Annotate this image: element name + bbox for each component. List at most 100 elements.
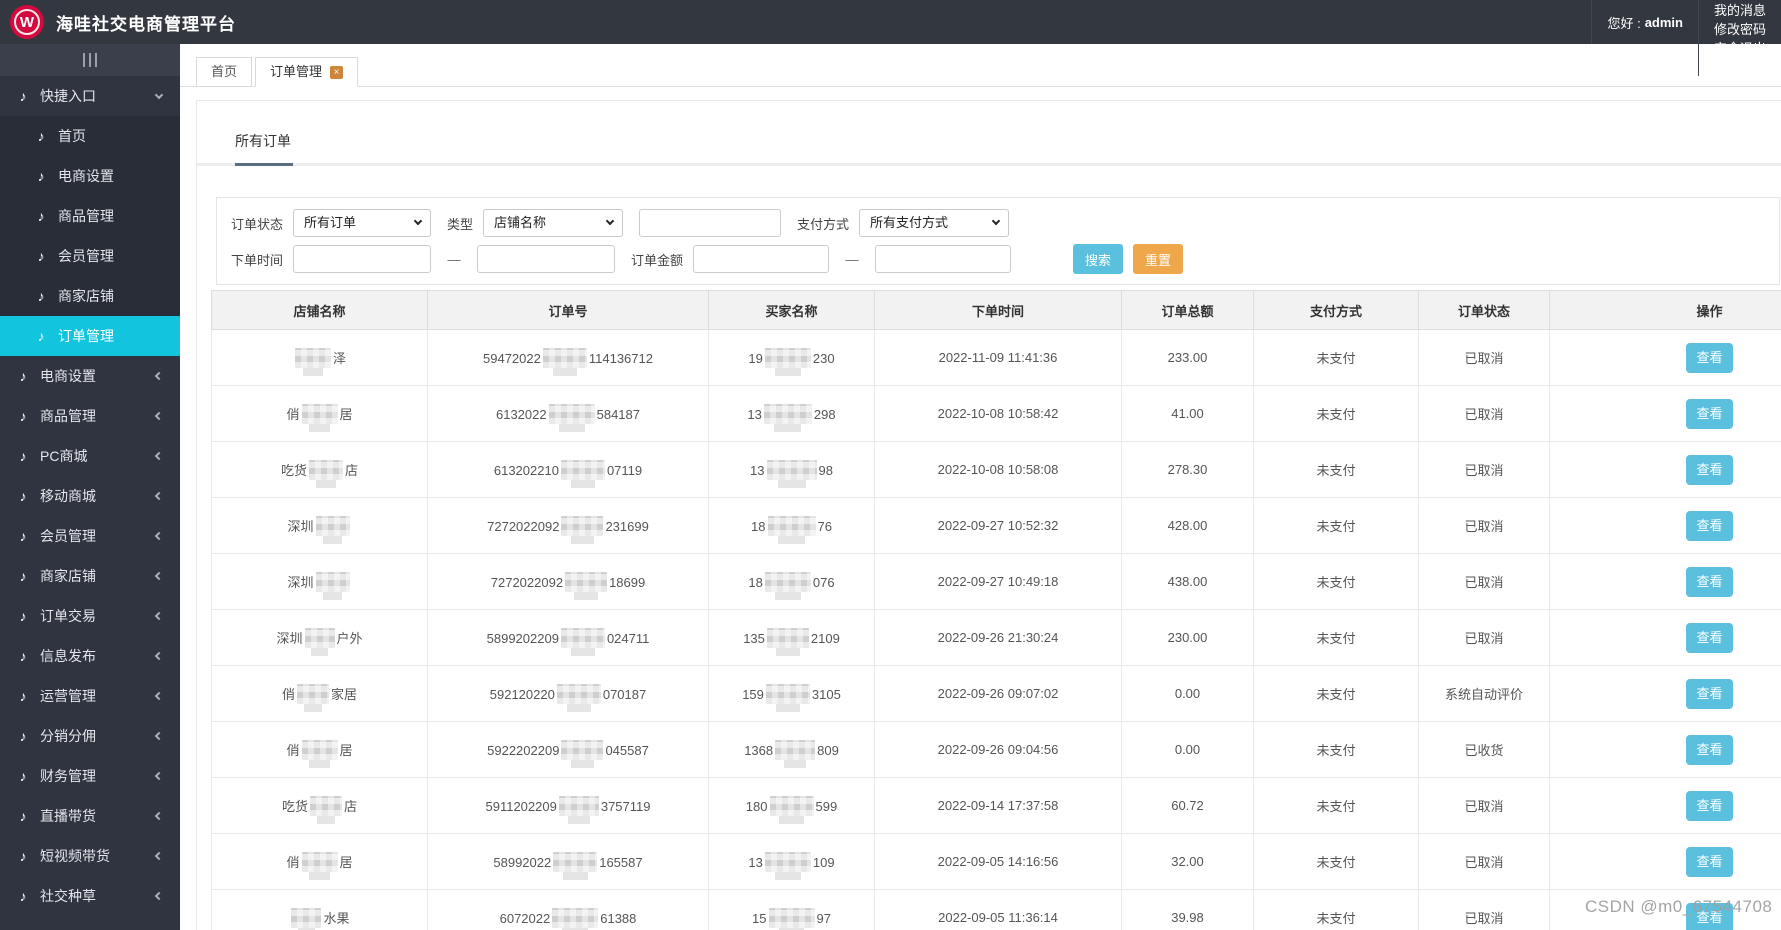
order-status-cell: 已取消 — [1418, 609, 1550, 666]
sidebar-item-label: 分销分佣 — [40, 728, 96, 744]
order-status-value: 所有订单 — [304, 215, 357, 230]
redacted-blur — [301, 851, 338, 880]
payment-method-cell: 未支付 — [1253, 721, 1419, 778]
table-row: 俏居 5922202209 045587 1368 809 2022-09-26 09:0… — [211, 721, 1781, 778]
view-button[interactable]: 查看 — [1686, 454, 1733, 485]
type-select[interactable]: 店铺名称 — [483, 209, 624, 237]
payment-method-cell: 未支付 — [1253, 665, 1419, 722]
payment-select[interactable]: 所有支付方式 — [859, 209, 1010, 237]
chevron-left-icon — [154, 771, 164, 781]
chevron-down-icon — [605, 216, 615, 226]
table-row: 吃货店 613202210 07119 13 98 2022-10-08 10:58:08… — [211, 441, 1781, 498]
buyer-name-cell: 135 2109 — [708, 609, 875, 666]
redacted-blur — [764, 571, 811, 600]
sidebar-item-social-seeding[interactable]: ♪ 社交种草 — [0, 876, 180, 916]
sidebar-item-quick-entry[interactable]: ♪ 快捷入口 — [0, 76, 180, 116]
redacted-blur — [301, 403, 338, 432]
sidebar-item-ecommerce-settings[interactable]: ♪ 电商设置 — [0, 356, 180, 396]
sidebar-item-label: 移动商城 — [40, 488, 96, 504]
view-button[interactable]: 查看 — [1686, 790, 1733, 821]
tab-order-management[interactable]: 订单管理 × — [255, 57, 359, 87]
redacted-blur — [565, 571, 608, 600]
sidebar-item-member-management[interactable]: ♪ 会员管理 — [0, 516, 180, 556]
time-from-input[interactable] — [293, 245, 432, 273]
store-name-cell: 水果 — [211, 889, 428, 930]
sidebar-item-merchant-shops[interactable]: ♪ 商家店铺 — [0, 276, 180, 316]
logo-letter: W — [19, 13, 35, 31]
order-number-cell: 5899202209 024711 — [427, 609, 709, 666]
redacted-blur — [291, 907, 322, 930]
sidebar-item-label: 首页 — [58, 128, 86, 144]
view-button[interactable]: 查看 — [1686, 846, 1733, 877]
sidebar-item-order-trade[interactable]: ♪ 订单交易 — [0, 596, 180, 636]
order-time-label: 下单时间 — [231, 252, 284, 268]
sidebar-item-product-management[interactable]: ♪ 商品管理 — [0, 196, 180, 236]
topbar-link-change-password[interactable]: 修改密码 — [1697, 19, 1781, 38]
order-status-cell: 已取消 — [1418, 385, 1550, 442]
search-button[interactable]: 搜索 — [1073, 244, 1124, 274]
payment-method-cell: 未支付 — [1253, 329, 1419, 386]
column-header: 操作 — [1549, 290, 1781, 330]
order-time-cell: 2022-10-08 10:58:08 — [874, 441, 1122, 498]
order-status-select[interactable]: 所有订单 — [293, 209, 432, 237]
sidebar-item-label: 商家店铺 — [40, 568, 96, 584]
sidebar-item-operation-management[interactable]: ♪ 运营管理 — [0, 676, 180, 716]
redacted-blur — [553, 851, 598, 880]
music-note-icon: ♪ — [19, 768, 27, 784]
view-button[interactable]: 查看 — [1686, 622, 1733, 653]
view-button[interactable]: 查看 — [1686, 342, 1733, 373]
tab-home[interactable]: 首页 — [196, 57, 253, 87]
view-button[interactable]: 查看 — [1686, 734, 1733, 765]
sidebar-item-short-video-commerce[interactable]: ♪ 短视频带货 — [0, 836, 180, 876]
chevron-down-icon — [413, 216, 423, 226]
filter-row-1: 订单状态 所有订单 类型 店铺名称 支付方式 所有支付方式 — [231, 209, 1765, 237]
sidebar-item-label: 运营管理 — [40, 688, 96, 704]
order-number-cell: 58992022 165587 — [427, 833, 709, 890]
sidebar-collapse-toggle[interactable] — [0, 44, 180, 76]
sidebar-item-order-management[interactable]: ♪ 订单管理 — [0, 316, 180, 356]
table-row: 深圳 7272022092 18699 18 076 2022-09-27 10:49:1… — [211, 553, 1781, 610]
table-header-row: 店铺名称 订单号 买家名称 下单时间 订单总额 支付方式 订单状态 操作 — [211, 290, 1781, 330]
topbar-link-logout[interactable]: 安全退出 — [1697, 38, 1781, 57]
sidebar-item-mobile-mall[interactable]: ♪ 移动商城 — [0, 476, 180, 516]
amount-max-input[interactable] — [875, 245, 1012, 273]
order-amount-cell: 0.00 — [1121, 665, 1254, 722]
chevron-left-icon — [154, 691, 164, 701]
order-time-cell: 2022-09-27 10:49:18 — [874, 553, 1122, 610]
close-tab-icon[interactable]: × — [330, 65, 344, 79]
order-amount-label: 订单金额 — [631, 252, 684, 268]
sidebar-item-partial-item[interactable]: ♪ — [0, 916, 180, 930]
view-button[interactable]: 查看 — [1686, 398, 1733, 429]
sidebar-item-product-management[interactable]: ♪ 商品管理 — [0, 396, 180, 436]
filter-row-2: 下单时间 — 订单金额 — 搜索 重置 — [231, 244, 1765, 274]
topbar-link-partial-link[interactable]: 商 — [1697, 57, 1781, 76]
sidebar-item-home[interactable]: ♪ 首页 — [0, 116, 180, 156]
action-cell: 查看 — [1549, 665, 1781, 722]
action-cell: 查看 — [1549, 553, 1781, 610]
sidebar-item-info-publish[interactable]: ♪ 信息发布 — [0, 636, 180, 676]
reset-button[interactable]: 重置 — [1133, 244, 1184, 274]
sidebar-item-distribution-commission[interactable]: ♪ 分销分佣 — [0, 716, 180, 756]
amount-min-input[interactable] — [693, 245, 830, 273]
sidebar-item-member-management[interactable]: ♪ 会员管理 — [0, 236, 180, 276]
sidebar-item-merchant-shops[interactable]: ♪ 商家店铺 — [0, 556, 180, 596]
sidebar-item-finance-management[interactable]: ♪ 财务管理 — [0, 756, 180, 796]
time-to-input[interactable] — [477, 245, 616, 273]
redacted-blur — [294, 347, 331, 376]
keyword-input[interactable] — [639, 209, 782, 237]
order-time-cell: 2022-11-09 11:41:36 — [874, 329, 1122, 386]
order-amount-cell: 32.00 — [1121, 833, 1254, 890]
view-button[interactable]: 查看 — [1686, 510, 1733, 541]
order-number-cell: 6132022 584187 — [427, 385, 709, 442]
view-button[interactable]: 查看 — [1686, 566, 1733, 597]
music-note-icon: ♪ — [19, 408, 27, 424]
store-name-cell: 深圳 户外 — [211, 609, 428, 666]
sidebar-item-live-commerce[interactable]: ♪ 直播带货 — [0, 796, 180, 836]
topbar-link-my-messages[interactable]: 我的消息 — [1697, 0, 1781, 19]
sidebar-item-ecommerce-settings[interactable]: ♪ 电商设置 — [0, 156, 180, 196]
tab-all-orders[interactable]: 所有订单 — [235, 131, 291, 163]
sidebar-item-label: 快捷入口 — [40, 88, 96, 104]
order-number-cell: 592120220 070187 — [427, 665, 709, 722]
view-button[interactable]: 查看 — [1686, 678, 1733, 709]
sidebar-item-pc-mall[interactable]: ♪ PC商城 — [0, 436, 180, 476]
